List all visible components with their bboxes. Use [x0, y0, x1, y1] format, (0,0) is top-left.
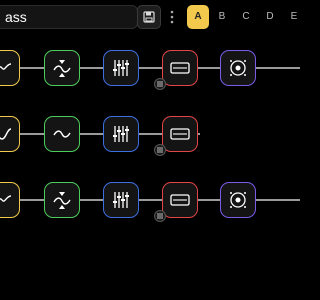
vertical-dots-icon — [170, 10, 174, 24]
filter-block[interactable] — [44, 116, 80, 152]
cab-unit-icon — [170, 194, 190, 206]
cab-block[interactable] — [162, 116, 198, 152]
preset-name-field[interactable]: ass — [0, 5, 138, 29]
snapshot-selector: A B C D E — [187, 5, 305, 29]
amp-block[interactable] — [0, 116, 20, 152]
eq-sliders-icon — [113, 192, 129, 208]
eq-sliders-icon — [113, 126, 129, 142]
speaker-block[interactable] — [220, 50, 256, 86]
save-icon — [143, 11, 155, 23]
snapshot-d-button[interactable]: D — [259, 5, 281, 29]
snapshot-b-button[interactable]: B — [211, 5, 233, 29]
cab-unit-icon — [170, 128, 190, 140]
snapshot-e-button[interactable]: E — [283, 5, 305, 29]
filter-sweep-icon — [53, 192, 71, 209]
stack-lines-icon — [157, 213, 163, 219]
top-bar: ass A B C D E — [0, 0, 300, 34]
snapshot-c-button[interactable]: C — [235, 5, 257, 29]
filter-sweep-icon — [53, 60, 71, 77]
signal-chain-1 — [0, 46, 300, 90]
filter-block[interactable] — [44, 182, 80, 218]
amp-block[interactable] — [0, 50, 20, 86]
expression-badge[interactable] — [154, 78, 166, 90]
cab-unit-icon — [170, 62, 190, 74]
signal-chain-3 — [0, 178, 300, 222]
save-button[interactable] — [137, 5, 161, 29]
stack-lines-icon — [157, 147, 163, 153]
stack-lines-icon — [157, 81, 163, 87]
wave-icon — [53, 130, 71, 138]
speaker-icon — [230, 60, 246, 76]
sine-wave-icon — [0, 195, 12, 202]
signal-chain-2 — [0, 112, 300, 156]
cab-block[interactable] — [162, 182, 198, 218]
speaker-block[interactable] — [220, 182, 256, 218]
expression-badge[interactable] — [154, 210, 166, 222]
eq-block[interactable] — [103, 116, 139, 152]
sine-wave-icon — [0, 63, 12, 70]
expression-badge[interactable] — [154, 144, 166, 156]
amp-block[interactable] — [0, 182, 20, 218]
eq-block[interactable] — [103, 182, 139, 218]
cab-block[interactable] — [162, 50, 198, 86]
more-options-button[interactable] — [164, 5, 180, 29]
sine-wave-icon — [0, 128, 12, 140]
speaker-icon — [230, 192, 246, 208]
snapshot-a-button[interactable]: A — [187, 5, 209, 29]
filter-block[interactable] — [44, 50, 80, 86]
eq-sliders-icon — [113, 60, 129, 76]
eq-block[interactable] — [103, 50, 139, 86]
